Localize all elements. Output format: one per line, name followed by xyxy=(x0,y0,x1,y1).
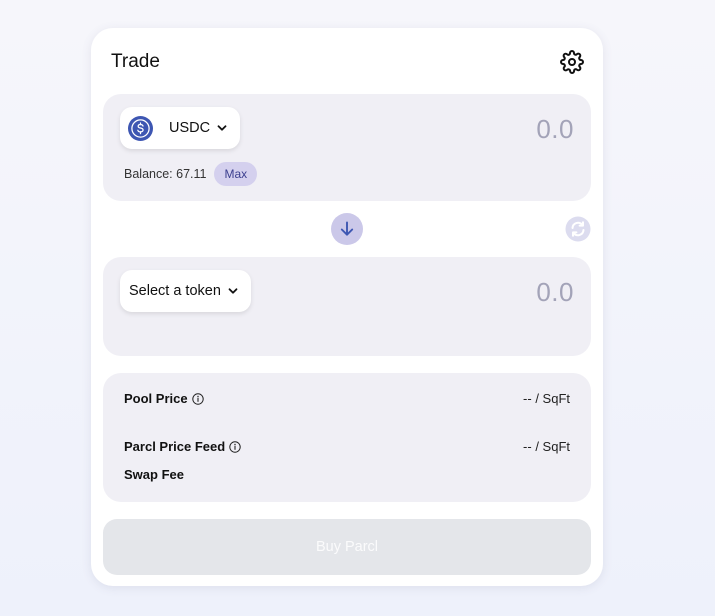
pool-price-value: -- / SqFt xyxy=(523,391,570,406)
card-title: Trade xyxy=(111,51,160,72)
swap-fee-row: Swap Fee xyxy=(124,467,570,482)
price-feed-value: -- / SqFt xyxy=(523,439,570,454)
from-token-symbol: USDC xyxy=(169,120,211,136)
refresh-icon[interactable] xyxy=(565,216,591,242)
chevron-down-icon xyxy=(217,125,227,131)
from-token-select-button[interactable]: USDC xyxy=(120,107,241,149)
balance-text: Balance: 67.11 xyxy=(124,167,207,181)
buy-parcl-button[interactable]: Buy Parcl xyxy=(103,519,591,575)
price-feed-label: Parcl Price Feed xyxy=(124,439,226,454)
info-icon[interactable] xyxy=(229,440,241,453)
gear-icon[interactable] xyxy=(559,49,585,75)
to-token-panel: Select a token 0.0 xyxy=(103,257,591,356)
switch-direction-button[interactable] xyxy=(331,213,363,245)
swap-fee-label: Swap Fee xyxy=(124,467,184,482)
pool-price-row: Pool Price -- / SqFt xyxy=(124,391,570,406)
card-header: Trade xyxy=(111,48,585,76)
price-feed-label-wrap: Parcl Price Feed xyxy=(124,439,241,454)
usdc-logo-icon xyxy=(128,115,153,141)
from-amount-input[interactable]: 0.0 xyxy=(536,114,574,145)
from-token-panel: USDC 0.0 Balance: 67.11 Max xyxy=(103,94,591,201)
balance-row: Balance: 67.11 Max xyxy=(124,162,258,186)
trade-card: Trade USDC 0.0 Balance: 67.11 Max Select… xyxy=(91,28,603,586)
select-token-label: Select a token xyxy=(129,283,221,299)
price-feed-row: Parcl Price Feed -- / SqFt xyxy=(124,439,570,454)
pool-price-label: Pool Price xyxy=(124,391,188,406)
to-amount-input[interactable]: 0.0 xyxy=(536,277,574,308)
price-info-panel: Pool Price -- / SqFt Parcl Price Feed --… xyxy=(103,373,591,502)
select-token-button[interactable]: Select a token xyxy=(120,270,251,312)
chevron-down-icon xyxy=(228,288,238,294)
pool-price-label-wrap: Pool Price xyxy=(124,391,204,406)
arrow-down-icon xyxy=(340,221,354,236)
max-button[interactable]: Max xyxy=(214,162,258,186)
info-icon[interactable] xyxy=(191,392,204,405)
